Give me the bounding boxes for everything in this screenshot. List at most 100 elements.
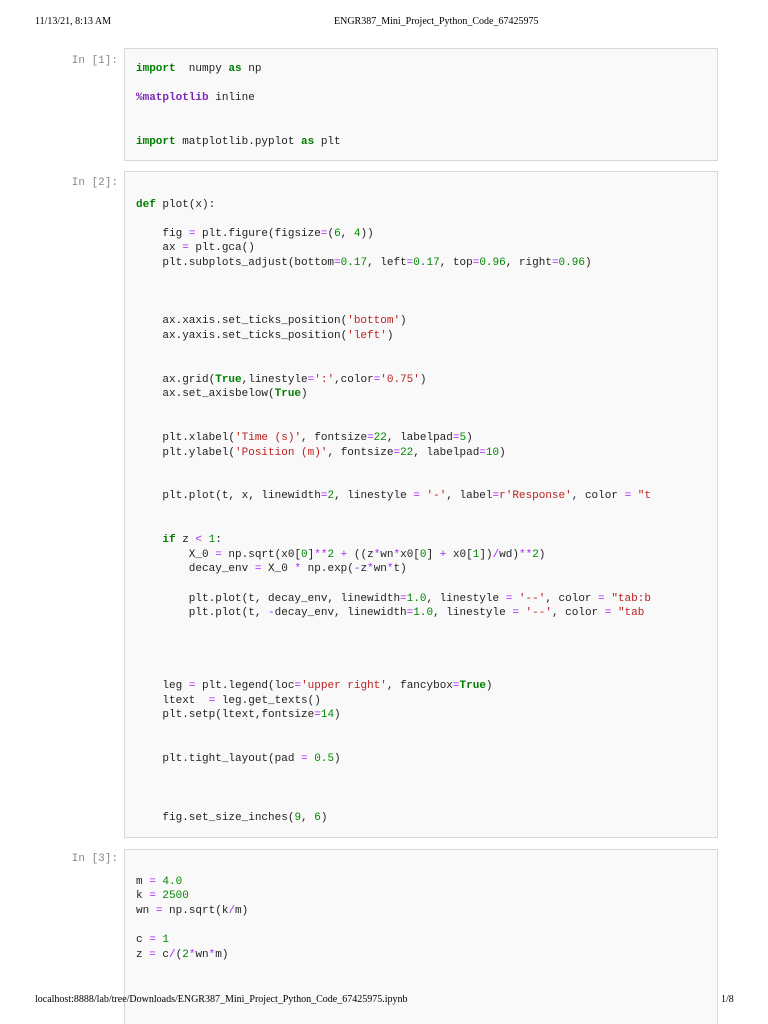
code-token: decay_env (136, 563, 255, 576)
code-line: ax.grid(True,linestyle=':',color='0.75') (136, 373, 717, 388)
code-line: ltext = leg.get_texts() (136, 694, 717, 709)
code-token: leg.get_texts() (215, 694, 321, 707)
code-token: / (169, 948, 176, 961)
code-token: '-' (419, 490, 447, 503)
code-token: wn (195, 948, 209, 961)
code-token: inline (208, 92, 255, 105)
code-token: = (149, 875, 156, 888)
code-line: fig = plt.figure(figsize=(6, 4)) (136, 227, 717, 242)
code-token: ,linestyle (241, 373, 308, 386)
code-token: = (598, 592, 605, 605)
code-token: plt.figure(figsize (195, 227, 321, 240)
code-token: decay_env, linewidth (274, 607, 407, 620)
code-cell-1[interactable]: import numpy as np %matplotlib inline impo… (124, 48, 718, 161)
code-token: = (413, 490, 420, 503)
code-token: 'upper right' (301, 680, 387, 693)
code-token: ) (320, 811, 328, 824)
code-token: ]) (479, 548, 493, 561)
code-line: plt.tight_layout(pad = 0.5) (136, 752, 717, 767)
code-token: , label (446, 490, 493, 503)
code-token: np.sqrt(x0[ (221, 548, 302, 561)
code-token: '--' (518, 607, 552, 620)
code-token: m) (215, 948, 229, 961)
code-token: 2500 (155, 890, 189, 903)
code-token: import (136, 135, 176, 148)
code-line: plt.plot(t, decay_env, linewidth=1.0, li… (136, 592, 717, 607)
code-token: True (459, 680, 486, 693)
code-token: "t (631, 490, 651, 503)
code-token: ) (386, 329, 394, 342)
code-token: fig (136, 227, 189, 240)
code-token: 6 (334, 227, 341, 240)
code-line: m = 4.0 (136, 875, 717, 890)
code-token: ,color (334, 373, 374, 386)
code-line: if z < 1: (136, 533, 717, 548)
code-token: wd) (499, 548, 519, 561)
code-token: as (301, 135, 315, 148)
code-token: , linestyle (334, 490, 414, 503)
code-token: = (149, 890, 156, 903)
code-token: "tab:b (604, 592, 651, 605)
code-token: = (479, 446, 486, 459)
code-token: ltext (136, 694, 209, 707)
code-token: , labelpad (413, 446, 480, 459)
code-token: plt.xlabel( (136, 432, 236, 445)
code-line: plt.xlabel('Time (s)', fontsize=22, labe… (136, 431, 717, 446)
code-token: ':' (314, 373, 335, 386)
code-line: plt.plot(t, x, linewidth=2, linestyle = … (136, 489, 717, 504)
code-token: = (400, 592, 407, 605)
code-token: plt.plot(t, x, linewidth (136, 490, 321, 503)
code-line: plt.subplots_adjust(bottom=0.17, left=0.… (136, 256, 717, 271)
code-token: plt.plot(t, (136, 607, 269, 620)
code-token: plt.tight_layout(pad (136, 753, 302, 766)
code-token: X_0 (261, 563, 295, 576)
code-token: 4.0 (155, 875, 183, 888)
code-token: = (512, 607, 519, 620)
code-token: plt.ylabel( (136, 446, 236, 459)
code-token: ) (301, 388, 308, 401)
code-token: z (136, 948, 150, 961)
code-token: , left (367, 256, 407, 269)
code-token: ((z (347, 548, 374, 561)
code-token: ax (136, 242, 183, 255)
code-token: 6 (314, 811, 321, 824)
code-token: , linestyle (426, 592, 506, 605)
code-token: , fancybox (386, 680, 453, 693)
code-token: %matplotlib (136, 92, 209, 105)
code-token: , (340, 227, 354, 240)
code-token: , top (439, 256, 473, 269)
code-token: 10 (485, 446, 500, 459)
code-token: c (136, 933, 150, 946)
code-token: 22 (400, 446, 414, 459)
code-token: ax.xaxis.set_ticks_position( (136, 315, 348, 328)
code-token: c (155, 948, 170, 961)
code-token: 1 (202, 534, 216, 547)
code-token: - (268, 607, 275, 620)
code-token: ** (518, 548, 533, 561)
code-cell-2[interactable]: def plot(x): fig = plt.figure(figsize=(6… (124, 171, 718, 838)
code-token: as (228, 63, 242, 75)
code-token: ax.set_axisbelow( (136, 388, 275, 401)
code-line: z = c/(2*wn*m) (136, 948, 717, 963)
code-token: m (136, 875, 150, 888)
code-token: 1 (155, 933, 170, 946)
code-token: '--' (512, 592, 546, 605)
code-token: , fontsize (327, 446, 394, 459)
